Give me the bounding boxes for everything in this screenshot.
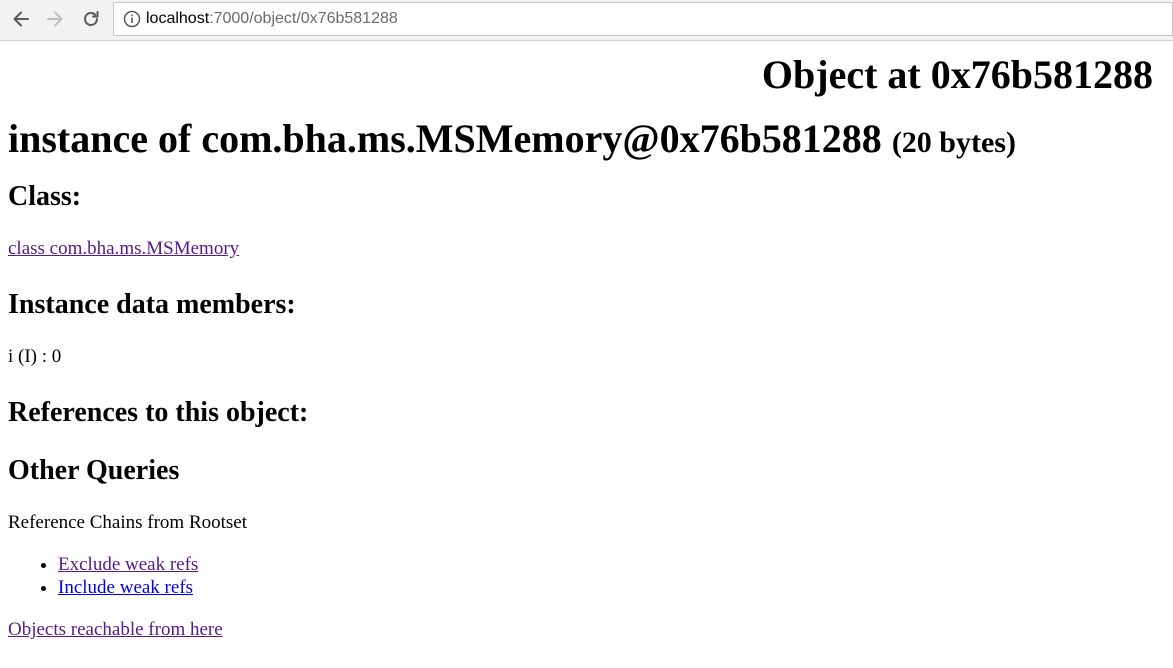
address-bar[interactable]: localhost:7000/object/0x76b581288 <box>113 2 1173 36</box>
back-arrow-icon <box>13 11 29 27</box>
reference-chains-label: Reference Chains from Rootset <box>8 512 248 533</box>
page-content: Object at 0x76b581288 instance of com.bh… <box>0 41 1173 641</box>
url-host: localhost <box>146 10 210 27</box>
back-button[interactable] <box>6 4 36 34</box>
url-path: :7000/object/0x76b581288 <box>209 10 398 27</box>
list-item: Include weak refs <box>58 576 1165 599</box>
class-heading: Class: <box>8 181 82 212</box>
reference-chains-list: Exclude weak refs Include weak refs <box>8 553 1165 599</box>
references-heading: References to this object: <box>8 397 309 428</box>
forward-arrow-icon <box>47 11 63 27</box>
reload-icon <box>84 11 99 26</box>
objects-reachable-link[interactable]: Objects reachable from here <box>8 619 223 640</box>
exclude-weak-refs-link[interactable]: Exclude weak refs <box>58 554 198 575</box>
forward-button[interactable] <box>40 4 70 34</box>
instance-heading: instance of com.bha.ms.MSMemory@0x76b581… <box>8 116 1165 166</box>
instance-size: (20 bytes) <box>891 126 1016 159</box>
list-item: Exclude weak refs <box>58 553 1165 576</box>
class-link[interactable]: class com.bha.ms.MSMemory <box>8 238 239 259</box>
instance-name: instance of com.bha.ms.MSMemory@0x76b581… <box>8 116 882 161</box>
member-row: i (I) : 0 <box>8 346 62 367</box>
include-weak-refs-link[interactable]: Include weak refs <box>58 577 193 598</box>
info-icon[interactable] <box>123 10 141 28</box>
reload-button[interactable] <box>76 4 106 34</box>
browser-toolbar: localhost:7000/object/0x76b581288 <box>0 0 1173 41</box>
page-title: Object at 0x76b581288 <box>761 52 1153 97</box>
other-queries-heading: Other Queries <box>8 455 180 486</box>
instance-members-heading: Instance data members: <box>8 289 296 320</box>
